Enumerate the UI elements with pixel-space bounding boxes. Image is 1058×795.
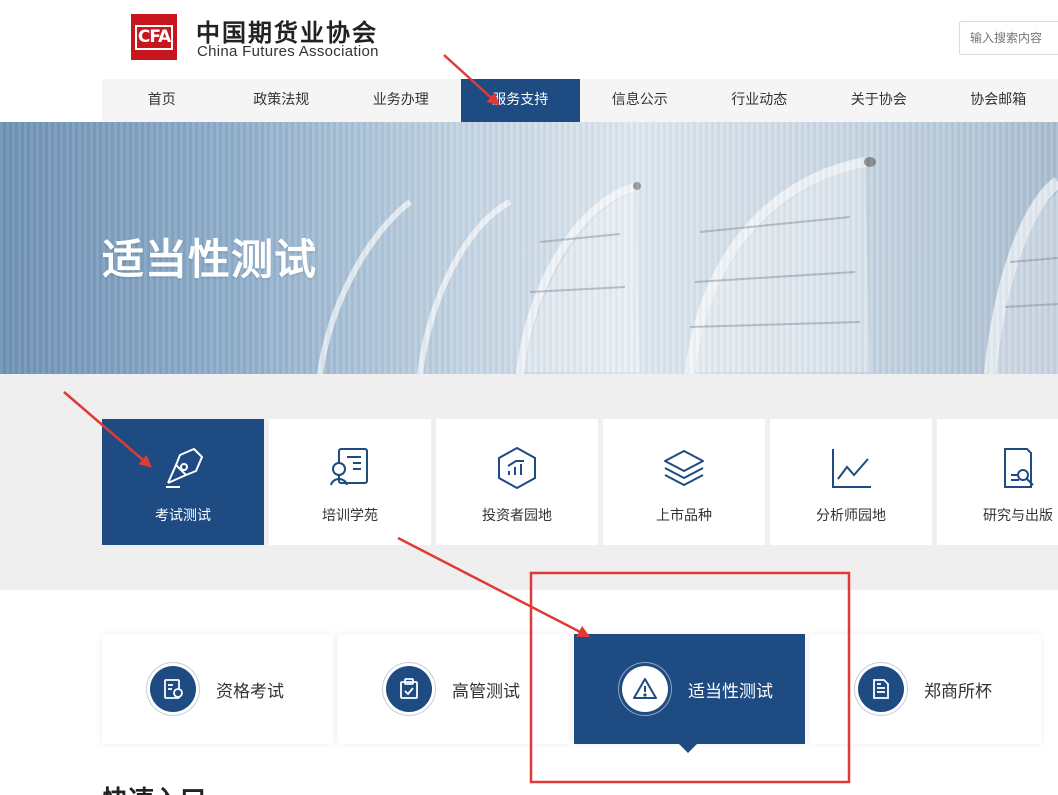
nav-item-disclosure[interactable]: 信息公示 xyxy=(580,79,700,122)
main-nav: 首页 政策法规 业务办理 服务支持 信息公示 行业动态 关于协会 协会邮箱 xyxy=(102,79,1058,122)
tile-label: 投资者园地 xyxy=(482,508,552,524)
subtab-list: 资格考试 高管测试 适当性测试 郑商所杯 xyxy=(102,634,1041,753)
tile-label: 上市品种 xyxy=(656,508,712,524)
subtab-label: 郑商所杯 xyxy=(924,681,992,702)
tile-label: 分析师园地 xyxy=(816,508,886,524)
tile-label: 考试测试 xyxy=(155,508,211,524)
clipboard-check-icon xyxy=(400,678,418,699)
tile-investor-garden[interactable]: 投资者园地 xyxy=(436,419,598,545)
category-tiles: 考试测试 培训学苑 投资者园地 上市品种 分析师园地 研究与出版 xyxy=(102,419,1058,545)
document-icon xyxy=(873,679,889,699)
subtab-qualification-exam[interactable]: 资格考试 xyxy=(102,634,333,744)
nav-item-business[interactable]: 业务办理 xyxy=(341,79,461,122)
warning-icon xyxy=(633,678,657,699)
nav-item-industry-news[interactable]: 行业动态 xyxy=(700,79,820,122)
line-chart-icon xyxy=(832,449,871,488)
search-input[interactable] xyxy=(959,21,1058,55)
hexagon-chart-icon xyxy=(498,446,536,490)
tile-listed-products[interactable]: 上市品种 xyxy=(603,419,765,545)
nav-item-service-support[interactable]: 服务支持 xyxy=(460,79,580,122)
nav-item-about[interactable]: 关于协会 xyxy=(819,79,939,122)
pen-nib-icon xyxy=(166,448,203,488)
document-search-icon xyxy=(1004,448,1034,488)
nav-item-mailbox[interactable]: 协会邮箱 xyxy=(939,79,1058,122)
section-title-quick-entry: 快速入口 xyxy=(102,780,206,795)
certificate-icon xyxy=(330,448,368,486)
page: CFA 中国期货业协会 China Futures Association 首页… xyxy=(0,0,1058,795)
nav-item-policy[interactable]: 政策法规 xyxy=(222,79,342,122)
tile-research-publications[interactable]: 研究与出版 xyxy=(937,419,1058,545)
header: CFA 中国期货业协会 China Futures Association xyxy=(0,0,1058,79)
hero-banner: 适当性测试 xyxy=(0,122,1058,374)
subtab-executive-test[interactable]: 高管测试 xyxy=(338,634,569,744)
logo-mark[interactable]: CFA xyxy=(131,14,177,60)
subtab-label: 资格考试 xyxy=(216,681,284,702)
tile-label: 研究与出版 xyxy=(983,508,1053,524)
tile-exam-test[interactable]: 考试测试 xyxy=(102,419,264,545)
logo-english-name: China Futures Association xyxy=(197,43,379,60)
nav-item-home[interactable]: 首页 xyxy=(102,79,222,122)
subtab-label: 适当性测试 xyxy=(688,681,773,702)
subtab-suitability-test[interactable]: 适当性测试 xyxy=(574,634,805,753)
subtab-zce-cup[interactable]: 郑商所杯 xyxy=(810,634,1041,744)
tile-label: 培训学苑 xyxy=(322,508,378,524)
tile-training[interactable]: 培训学苑 xyxy=(269,419,431,545)
exam-icon xyxy=(164,679,183,699)
page-title: 适当性测试 xyxy=(102,235,318,284)
layers-icon xyxy=(664,450,704,486)
subtab-label: 高管测试 xyxy=(452,681,520,702)
tile-analyst-garden[interactable]: 分析师园地 xyxy=(770,419,932,545)
